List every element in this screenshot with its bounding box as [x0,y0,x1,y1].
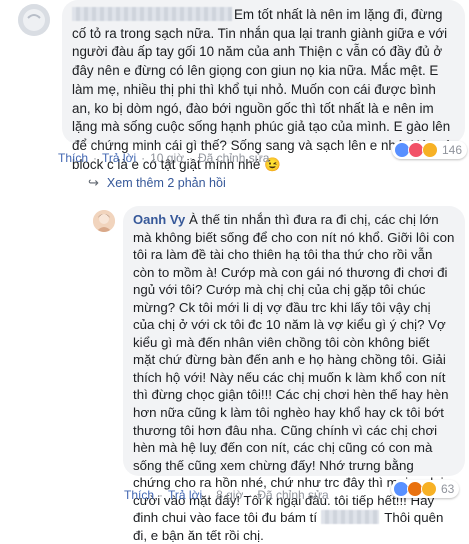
haha-reaction-icon [421,481,437,497]
like-link[interactable]: Thích [124,488,154,502]
separator-dot: · [159,488,164,502]
reply-author-avatar[interactable] [93,210,115,232]
separator-dot: · [93,151,98,165]
redacted-text [320,510,379,525]
reply-arrow-icon: ↪ [88,175,99,190]
comment-actions: Thích · Trả lời · 10 giờ · Đã chỉnh sửa [58,151,269,165]
reply-link[interactable]: Trả lời [168,488,202,502]
reply-author-name[interactable]: Oanh Vy [133,212,185,227]
commenter-avatar[interactable] [18,4,50,36]
separator-dot: · [189,151,193,165]
timestamp[interactable]: 10 giờ [150,151,184,165]
reply-actions: Thích · Trả lời · 8 giờ · Đã chỉnh sửa [124,488,329,502]
reply-link[interactable]: Trả lời [102,151,136,165]
comment-bubble: Em tốt nhất là nên im lặng đi, đừng cố t… [62,0,465,172]
view-more-replies-label: Xem thêm 2 phản hồi [106,176,226,190]
separator-dot: · [248,488,253,502]
timestamp[interactable]: 8 giờ [216,488,243,502]
reaction-count: 63 [441,482,455,496]
reply-bubble: Oanh Vy À thế tin nhắn thì đưa ra đi chị… [123,206,465,543]
edited-label[interactable]: Đã chỉnh sửa [198,151,269,165]
haha-reaction-icon [422,142,438,158]
edited-label[interactable]: Đã chỉnh sửa [257,488,328,502]
separator-dot: · [141,151,146,165]
reply-reaction-summary[interactable]: 63 [391,480,460,498]
separator-dot: · [207,488,212,502]
reaction-summary[interactable]: 146 [392,141,468,159]
redacted-author-name [72,7,232,21]
reaction-count: 146 [442,143,463,157]
view-more-replies[interactable]: ↪ Xem thêm 2 phản hồi [88,175,226,191]
like-link[interactable]: Thích [58,151,88,165]
